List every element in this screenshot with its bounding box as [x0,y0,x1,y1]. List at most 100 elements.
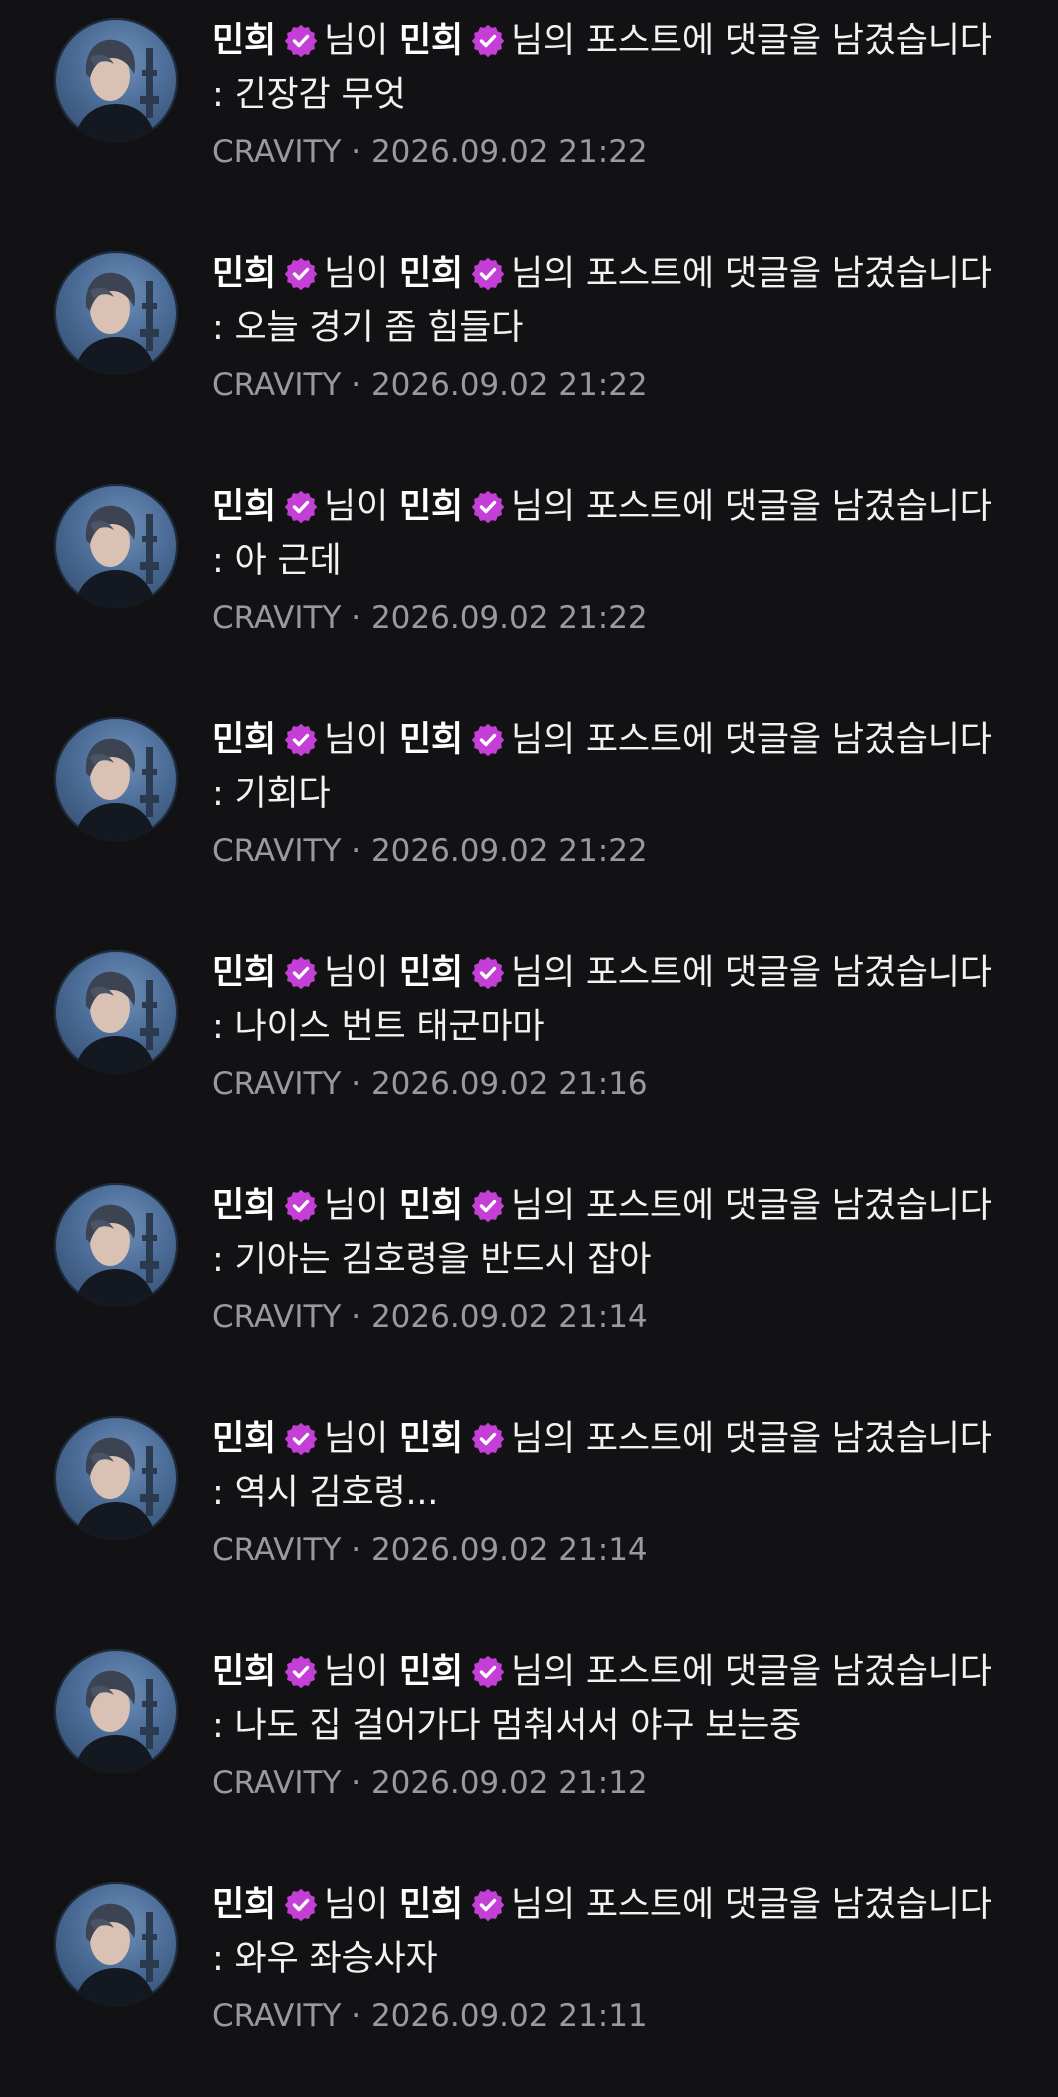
notification-text: 민희 님이 민희 님의 포스트에 댓글을 남겼습니다 : 나도 집 걸어가다 멈춰서… [212,1645,1012,1753]
notification-text: 민희 님이 민희 님의 포스트에 댓글을 남겼습니다 : 나이스 번트 태군마마 [212,946,1012,1054]
avatar[interactable] [54,1649,178,1773]
verified-badge-icon [284,956,318,990]
target-name[interactable]: 민희 [399,487,463,527]
verified-badge-icon [471,1422,505,1456]
actor-name[interactable]: 민희 [212,254,276,294]
notification-meta: CRAVITY · 2026.09.02 21:11 [212,1996,1012,2036]
group-name: CRAVITY [212,1532,342,1568]
group-name: CRAVITY [212,833,342,869]
avatar[interactable] [54,484,178,608]
verified-badge-icon [284,723,318,757]
notification-meta: CRAVITY · 2026.09.02 21:16 [212,1064,1012,1104]
avatar-portrait [74,272,159,375]
separator: · [351,1532,362,1568]
group-name: CRAVITY [212,1765,342,1801]
avatar[interactable] [54,1882,178,2006]
notification-item[interactable]: 민희 님이 민희 님의 포스트에 댓글을 남겼습니다 : 나이스 번트 태군마마 C… [0,932,1058,1165]
avatar-portrait [74,1204,159,1307]
avatar[interactable] [54,251,178,375]
notification-item[interactable]: 민희 님이 민희 님의 포스트에 댓글을 남겼습니다 : 아 근데 CRAVITY … [0,466,1058,699]
verified-badge-icon [471,1655,505,1689]
avatar-portrait [74,505,159,608]
verified-badge-icon [284,257,318,291]
actor-name[interactable]: 민희 [212,21,276,61]
actor-name[interactable]: 민희 [212,953,276,993]
target-name[interactable]: 민희 [399,1419,463,1459]
connector-text: 님이 [324,1419,389,1459]
notification-item[interactable]: 민희 님이 민희 님의 포스트에 댓글을 남겼습니다 : 오늘 경기 좀 힘들다 C… [0,233,1058,466]
target-name[interactable]: 민희 [399,1186,463,1226]
connector-text: 님이 [324,1885,389,1925]
timestamp: 2026.09.02 21:11 [370,1998,648,2034]
separator: · [351,1066,362,1102]
target-name[interactable]: 민희 [399,953,463,993]
notification-meta: CRAVITY · 2026.09.02 21:12 [212,1763,1012,1803]
avatar-portrait [74,1670,159,1773]
separator: · [351,600,362,636]
timestamp: 2026.09.02 21:14 [370,1299,648,1335]
verified-badge-icon [284,1888,318,1922]
actor-name[interactable]: 민희 [212,487,276,527]
verified-badge-icon [284,1422,318,1456]
notification-meta: CRAVITY · 2026.09.02 21:22 [212,365,1012,405]
actor-name[interactable]: 민희 [212,1652,276,1692]
verified-badge-icon [471,24,505,58]
group-name: CRAVITY [212,1998,342,2034]
avatar-portrait [74,1437,159,1540]
verified-badge-icon [471,1888,505,1922]
timestamp: 2026.09.02 21:22 [370,600,648,636]
separator: · [351,1299,362,1335]
timestamp: 2026.09.02 21:16 [370,1066,648,1102]
verified-badge-icon [471,490,505,524]
connector-text: 님이 [324,720,389,760]
separator: · [351,367,362,403]
notification-text: 민희 님이 민희 님의 포스트에 댓글을 남겼습니다 : 와우 좌승사자 [212,1878,1012,1986]
notification-feed: 민희 님이 민희 님의 포스트에 댓글을 남겼습니다 : 긴장감 무엇 CRAVIT… [0,0,1058,2097]
group-name: CRAVITY [212,1066,342,1102]
notification-item[interactable]: 민희 님이 민희 님의 포스트에 댓글을 남겼습니다 : 기아는 김호령을 반드시 … [0,1165,1058,1398]
actor-name[interactable]: 민희 [212,1419,276,1459]
notification-item[interactable]: 민희 님이 민희 님의 포스트에 댓글을 남겼습니다 : 역시 김호령... CRA… [0,1398,1058,1631]
target-name[interactable]: 민희 [399,254,463,294]
notification-item[interactable]: 민희 님이 민희 님의 포스트에 댓글을 남겼습니다 : 와우 좌승사자 CRAVI… [0,1864,1058,2097]
timestamp: 2026.09.02 21:14 [370,1532,648,1568]
connector-text: 님이 [324,1652,389,1692]
actor-name[interactable]: 민희 [212,1186,276,1226]
target-name[interactable]: 민희 [399,720,463,760]
target-name[interactable]: 민희 [399,1652,463,1692]
avatar[interactable] [54,950,178,1074]
notification-item[interactable]: 민희 님이 민희 님의 포스트에 댓글을 남겼습니다 : 나도 집 걸어가다 멈춰서… [0,1631,1058,1864]
connector-text: 님이 [324,953,389,993]
separator: · [351,833,362,869]
verified-badge-icon [471,257,505,291]
notification-text: 민희 님이 민희 님의 포스트에 댓글을 남겼습니다 : 기회다 [212,713,1012,821]
timestamp: 2026.09.02 21:12 [370,1765,648,1801]
avatar[interactable] [54,1183,178,1307]
notification-meta: CRAVITY · 2026.09.02 21:22 [212,598,1012,638]
timestamp: 2026.09.02 21:22 [370,134,648,170]
verified-badge-icon [471,1189,505,1223]
notification-text: 민희 님이 민희 님의 포스트에 댓글을 남겼습니다 : 긴장감 무엇 [212,14,1012,122]
actor-name[interactable]: 민희 [212,1885,276,1925]
target-name[interactable]: 민희 [399,1885,463,1925]
avatar-portrait [74,738,159,841]
notification-item[interactable]: 민희 님이 민희 님의 포스트에 댓글을 남겼습니다 : 기회다 CRAVITY ·… [0,699,1058,932]
target-name[interactable]: 민희 [399,21,463,61]
avatar-portrait [74,971,159,1074]
notification-meta: CRAVITY · 2026.09.02 21:14 [212,1297,1012,1337]
separator: · [351,1998,362,2034]
connector-text: 님이 [324,487,389,527]
avatar[interactable] [54,717,178,841]
notification-item[interactable]: 민희 님이 민희 님의 포스트에 댓글을 남겼습니다 : 긴장감 무엇 CRAVIT… [0,0,1058,233]
actor-name[interactable]: 민희 [212,720,276,760]
verified-badge-icon [284,24,318,58]
group-name: CRAVITY [212,134,342,170]
group-name: CRAVITY [212,600,342,636]
timestamp: 2026.09.02 21:22 [370,833,648,869]
avatar[interactable] [54,18,178,142]
avatar[interactable] [54,1416,178,1540]
verified-badge-icon [284,1655,318,1689]
separator: · [351,134,362,170]
verified-badge-icon [471,723,505,757]
notification-text: 민희 님이 민희 님의 포스트에 댓글을 남겼습니다 : 역시 김호령... [212,1412,1012,1520]
